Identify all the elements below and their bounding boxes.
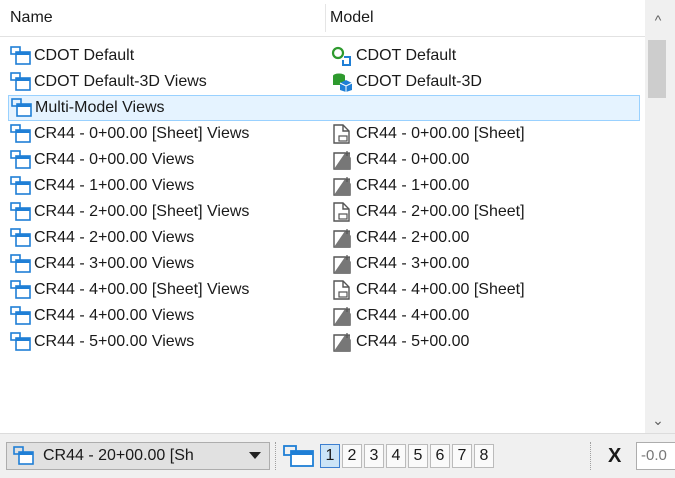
list-row[interactable]: CR44 - 2+00.00 Views CR44 - 2+00.00 <box>0 225 645 251</box>
view-button-6[interactable]: 6 <box>430 444 450 468</box>
list-row[interactable]: CR44 - 2+00.00 [Sheet] Views CR44 - 2+00.… <box>0 199 645 225</box>
view-model: CR44 - 0+00.00 [Sheet] <box>356 125 525 142</box>
column-divider[interactable] <box>325 4 326 32</box>
view-name: CR44 - 0+00.00 [Sheet] Views <box>34 125 250 142</box>
dropdown-arrow-icon[interactable] <box>249 452 261 459</box>
view-name: Multi-Model Views <box>35 99 165 116</box>
column-model-header[interactable]: Model <box>330 0 374 36</box>
model-2d-icon <box>331 46 353 66</box>
list-row[interactable]: CR44 - 5+00.00 Views CR44 - 5+00.00 <box>0 329 645 355</box>
saved-view-icon <box>10 150 32 170</box>
saved-view-icon <box>13 446 34 465</box>
saved-views-panel: Name Model CDOT Default CDOT Default CDOT … <box>0 0 675 433</box>
saved-view-icon <box>10 72 32 92</box>
list-row[interactable]: CR44 - 0+00.00 Views CR44 - 0+00.00 <box>0 147 645 173</box>
list-row[interactable]: CR44 - 4+00.00 Views CR44 - 4+00.00 <box>0 303 645 329</box>
view-model: CDOT Default-3D <box>356 73 482 90</box>
list-row[interactable]: CR44 - 0+00.00 [Sheet] Views CR44 - 0+00.… <box>0 121 645 147</box>
view-button-5[interactable]: 5 <box>408 444 428 468</box>
drawing-model-icon <box>331 254 353 274</box>
saved-view-icon <box>11 98 33 118</box>
view-model: CR44 - 2+00.00 <box>356 229 470 246</box>
view-name: CR44 - 1+00.00 Views <box>34 177 195 194</box>
view-model: CR44 - 3+00.00 <box>356 255 470 272</box>
view-windows-icon[interactable] <box>283 444 315 468</box>
view-name: CR44 - 0+00.00 Views <box>34 151 195 168</box>
column-header: Name Model <box>0 0 645 37</box>
sheet-model-icon <box>331 202 353 222</box>
view-name: CR44 - 2+00.00 [Sheet] Views <box>34 203 250 220</box>
view-model: CR44 - 1+00.00 <box>356 177 470 194</box>
scroll-down-arrow-icon[interactable]: ⌄ <box>650 412 666 428</box>
toolbar-separator <box>590 442 593 470</box>
view-name: CDOT Default-3D Views <box>34 73 207 90</box>
saved-view-icon <box>10 306 32 326</box>
sheet-model-icon <box>331 124 353 144</box>
list-row[interactable]: CDOT Default-3D Views CDOT Default-3D <box>0 69 645 95</box>
view-name: CR44 - 3+00.00 Views <box>34 255 195 272</box>
view-model: CR44 - 5+00.00 <box>356 333 470 350</box>
x-coordinate-input[interactable]: -0.0 <box>636 442 675 470</box>
saved-view-icon <box>10 254 32 274</box>
drawing-model-icon <box>331 306 353 326</box>
combo-value: CR44 - 20+00.00 [Sh <box>43 447 194 464</box>
view-model: CR44 - 2+00.00 [Sheet] <box>356 203 525 220</box>
view-name: CDOT Default <box>34 47 135 64</box>
toolbar-separator <box>275 442 278 470</box>
drawing-model-icon <box>331 228 353 248</box>
x-coordinate-label: X <box>608 445 622 467</box>
view-name: CR44 - 2+00.00 Views <box>34 229 195 246</box>
sheet-model-icon <box>331 280 353 300</box>
view-model: CDOT Default <box>356 47 457 64</box>
column-name-header[interactable]: Name <box>10 0 53 36</box>
saved-view-icon <box>10 228 32 248</box>
list-row[interactable]: CR44 - 4+00.00 [Sheet] Views CR44 - 4+00.… <box>0 277 645 303</box>
saved-view-icon <box>10 46 32 66</box>
scrollbar-thumb[interactable] <box>648 40 666 98</box>
saved-view-icon <box>10 332 32 352</box>
list-row[interactable]: Multi-Model Views <box>8 95 640 121</box>
view-button-2[interactable]: 2 <box>342 444 362 468</box>
list-row[interactable]: CR44 - 3+00.00 Views CR44 - 3+00.00 <box>0 251 645 277</box>
view-name: CR44 - 5+00.00 Views <box>34 333 195 350</box>
view-name: CR44 - 4+00.00 Views <box>34 307 195 324</box>
bottom-toolbar: CR44 - 20+00.00 [Sh 12345678 X -0.0 <box>0 433 675 478</box>
drawing-model-icon <box>331 150 353 170</box>
view-model: CR44 - 4+00.00 <box>356 307 470 324</box>
view-model: CR44 - 0+00.00 <box>356 151 470 168</box>
list-row[interactable]: CDOT Default CDOT Default <box>0 43 645 69</box>
drawing-model-icon <box>331 332 353 352</box>
view-name: CR44 - 4+00.00 [Sheet] Views <box>34 281 250 298</box>
vertical-scrollbar[interactable]: ^ ⌄ <box>645 0 675 433</box>
view-button-4[interactable]: 4 <box>386 444 406 468</box>
list-row[interactable]: CR44 - 1+00.00 Views CR44 - 1+00.00 <box>0 173 645 199</box>
saved-view-icon <box>10 202 32 222</box>
view-model: CR44 - 4+00.00 [Sheet] <box>356 281 525 298</box>
drawing-model-icon <box>331 176 353 196</box>
view-button-8[interactable]: 8 <box>474 444 494 468</box>
model-3d-icon <box>331 72 353 92</box>
saved-view-icon <box>10 280 32 300</box>
view-button-1[interactable]: 1 <box>320 444 340 468</box>
saved-view-icon <box>10 124 32 144</box>
view-button-7[interactable]: 7 <box>452 444 472 468</box>
view-button-3[interactable]: 3 <box>364 444 384 468</box>
saved-view-icon <box>10 176 32 196</box>
saved-view-combo[interactable]: CR44 - 20+00.00 [Sh <box>6 442 270 470</box>
scroll-up-arrow-icon[interactable]: ^ <box>650 12 666 28</box>
